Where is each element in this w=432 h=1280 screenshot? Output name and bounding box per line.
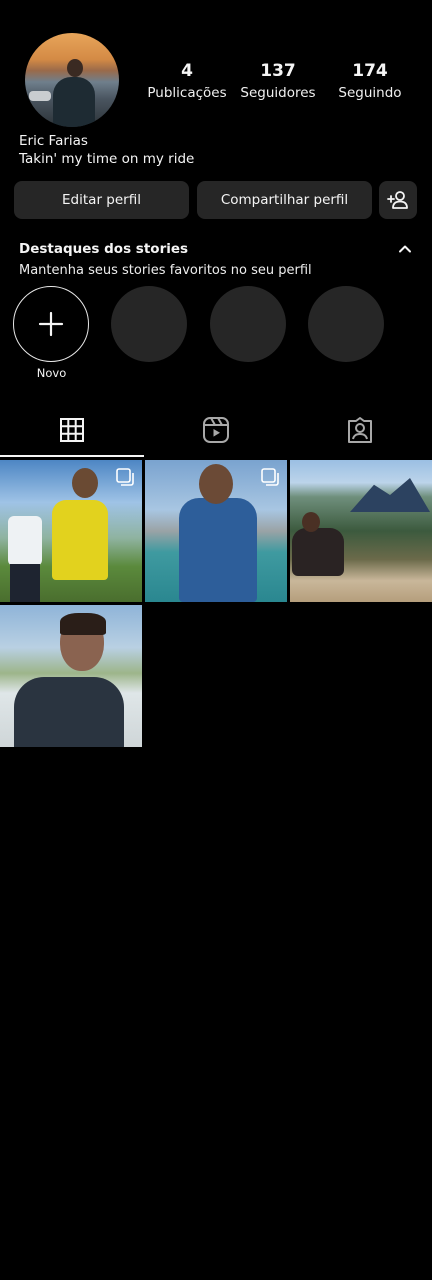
highlights-collapse-button[interactable]	[396, 240, 414, 258]
post-thumbnail[interactable]	[0, 605, 142, 747]
tab-tagged[interactable]	[288, 404, 432, 456]
post-photo-bystander	[8, 516, 42, 566]
post-photo-head	[302, 512, 320, 532]
stat-posts[interactable]: 4 Publicações	[145, 61, 229, 102]
reels-icon	[203, 417, 229, 443]
discover-people-button[interactable]	[379, 181, 417, 219]
carousel-icon	[116, 468, 134, 486]
avatar-photo-head	[67, 59, 83, 77]
highlight-placeholder	[111, 286, 187, 362]
stat-followers-label: Seguidores	[240, 85, 316, 101]
highlights-title: Destaques dos stories	[19, 241, 189, 257]
carousel-icon	[261, 468, 279, 486]
highlights-subtitle: Mantenha seus stories favoritos no seu p…	[19, 263, 312, 278]
post-photo-bystander-legs	[10, 564, 40, 602]
grid-icon	[60, 418, 84, 442]
new-highlight-label: Novo	[36, 366, 67, 380]
post-photo-mountain	[350, 478, 430, 512]
post-photo-shirt	[179, 498, 257, 602]
post-photo-shirt	[14, 677, 124, 747]
post-photo-hair	[60, 613, 106, 635]
highlight-placeholder	[210, 286, 286, 362]
post-thumbnail[interactable]	[0, 460, 142, 602]
stat-following-value: 174	[352, 61, 388, 81]
plus-icon	[38, 311, 64, 337]
profile-name: Eric Farias	[19, 133, 88, 149]
edit-profile-button[interactable]: Editar perfil	[14, 181, 189, 219]
post-photo-shirt	[52, 500, 108, 580]
stat-following[interactable]: 174 Seguindo	[328, 61, 412, 102]
profile-bio: Takin' my time on my ride	[19, 151, 195, 167]
add-person-icon	[387, 191, 408, 209]
chevron-up-icon	[399, 245, 411, 253]
tab-reels[interactable]	[144, 404, 288, 456]
share-profile-button[interactable]: Compartilhar perfil	[197, 181, 372, 219]
post-thumbnail[interactable]	[290, 460, 432, 602]
stat-posts-value: 4	[181, 61, 193, 81]
avatar-photo-person	[53, 77, 95, 127]
stat-following-label: Seguindo	[338, 85, 402, 101]
post-photo-head	[72, 468, 98, 498]
post-thumbnail[interactable]	[145, 460, 287, 602]
profile-avatar[interactable]	[25, 33, 119, 127]
avatar-photo-car	[29, 91, 51, 101]
tab-posts-grid[interactable]	[0, 404, 144, 456]
new-highlight-button[interactable]	[13, 286, 89, 362]
tab-selected-indicator	[0, 455, 144, 457]
stat-posts-label: Publicações	[147, 85, 227, 101]
post-photo-person	[292, 528, 344, 576]
stat-followers[interactable]: 137 Seguidores	[236, 61, 320, 102]
highlight-placeholder	[308, 286, 384, 362]
tagged-icon	[348, 417, 372, 443]
stat-followers-value: 137	[260, 61, 296, 81]
post-photo-head	[199, 464, 233, 504]
